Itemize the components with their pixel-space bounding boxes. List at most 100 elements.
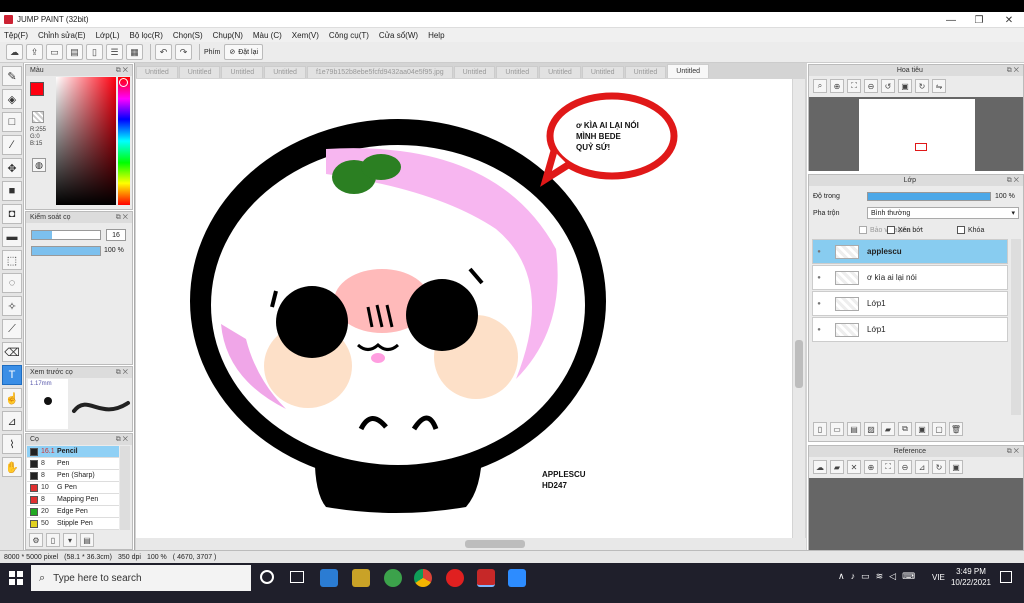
fit-window-icon[interactable]: ⛶ xyxy=(847,79,861,93)
fit-icon[interactable]: ⛶ xyxy=(881,460,895,474)
menu-file[interactable]: Tệp(F) xyxy=(4,31,28,40)
clip-checkbox[interactable] xyxy=(887,226,895,234)
menu-capture[interactable]: Chụp(N) xyxy=(213,31,243,40)
zoom-in-icon[interactable]: ⊕ xyxy=(864,460,878,474)
primary-color-swatch[interactable] xyxy=(30,82,44,96)
store-icon[interactable] xyxy=(352,569,370,587)
eyedropper-tool-icon[interactable]: ⊿ xyxy=(2,411,22,431)
new-layer-icon[interactable]: ▯ xyxy=(813,422,827,436)
mail-icon[interactable] xyxy=(320,569,338,587)
brush-settings-icon[interactable]: ⚙ xyxy=(29,533,43,547)
microphone-icon[interactable]: ♪ xyxy=(851,571,856,582)
panel-close-icon[interactable]: ⧉ ✕ xyxy=(116,369,128,377)
new-folder-icon[interactable]: ▰ xyxy=(881,422,895,436)
panel-close-icon[interactable]: ⧉ ✕ xyxy=(1007,448,1019,456)
battery-icon[interactable]: ▭ xyxy=(861,571,870,582)
visibility-eye-icon[interactable]: ● xyxy=(813,301,825,307)
magic-wand-tool-icon[interactable]: ✧ xyxy=(2,296,22,316)
visibility-eye-icon[interactable]: ● xyxy=(813,327,825,333)
panel-close-icon[interactable]: ⧉ ✕ xyxy=(1007,67,1019,75)
zoom-in-icon[interactable]: ⊕ xyxy=(830,79,844,93)
flip-icon[interactable]: ⇋ xyxy=(932,79,946,93)
vertical-scroll-thumb[interactable] xyxy=(795,340,803,388)
text-tool-icon[interactable]: T xyxy=(2,365,22,385)
delete-layer-icon[interactable]: 🗑 xyxy=(949,422,963,436)
brush-opacity-slider[interactable] xyxy=(31,246,101,256)
panel-close-icon[interactable]: ⧉ ✕ xyxy=(116,214,128,222)
zoom-out-icon[interactable]: ⊖ xyxy=(898,460,912,474)
lock-option[interactable]: Khóa xyxy=(957,226,984,234)
fill-rect-tool-icon[interactable]: ■ xyxy=(2,181,22,201)
clear-layer-icon[interactable]: ▢ xyxy=(932,422,946,436)
navigator-viewport[interactable] xyxy=(809,97,1023,171)
horizontal-scroll-thumb[interactable] xyxy=(465,540,525,548)
rotate-icon[interactable]: ↻ xyxy=(932,460,946,474)
undo-icon[interactable]: ↶ xyxy=(155,44,172,60)
lasso-tool-icon[interactable]: ◌ xyxy=(2,273,22,293)
maximize-button[interactable]: ❐ xyxy=(964,12,994,28)
delete-brush-icon[interactable]: ▤ xyxy=(80,533,94,547)
document-tab[interactable]: f1e79b152b8ebe5fcfd9432aa04e5f95.jpg xyxy=(306,66,453,78)
transparent-color-swatch[interactable] xyxy=(32,111,44,123)
layer-row[interactable]: ● Lớp1 xyxy=(812,317,1008,342)
new-brush-icon[interactable]: ▯ xyxy=(46,533,60,547)
cloud-icon[interactable]: ☁ xyxy=(6,44,23,60)
layer-opacity-slider[interactable] xyxy=(867,192,991,201)
brush-menu-icon[interactable]: ▾ xyxy=(63,533,77,547)
move-tool-icon[interactable]: ✥ xyxy=(2,158,22,178)
reset-button[interactable]: ⊘ Đặt lại xyxy=(224,44,264,60)
app-green-icon[interactable] xyxy=(384,569,402,587)
brush-item-pen-sharp[interactable]: 8 Pen (Sharp) xyxy=(27,470,119,482)
clock[interactable]: 3:49 PM 10/22/2021 xyxy=(950,566,992,588)
brush-tool-icon[interactable]: ⌇ xyxy=(2,434,22,454)
document-tab[interactable]: Untitled xyxy=(624,66,667,78)
layer-row[interactable]: ● Lớp1 xyxy=(812,291,1008,316)
layer-row[interactable]: ● ơ kìa ai lại nói xyxy=(812,265,1008,290)
chrome-icon[interactable] xyxy=(414,569,432,587)
document-tab[interactable]: Untitled xyxy=(496,66,539,78)
rotate-left-icon[interactable]: ↺ xyxy=(881,79,895,93)
taskbar-search-box[interactable]: ⌕ Type here to search xyxy=(31,565,251,591)
menu-edit[interactable]: Chỉnh sửa(E) xyxy=(38,31,86,40)
document-tab[interactable]: Untitled xyxy=(136,66,178,78)
task-view-icon[interactable] xyxy=(290,571,304,583)
brush-size-slider[interactable] xyxy=(31,230,101,240)
document-tab-active[interactable]: Untitled xyxy=(667,64,710,78)
new-tone-layer-icon[interactable]: ▨ xyxy=(864,422,878,436)
new-color-layer-icon[interactable]: ▭ xyxy=(830,422,844,436)
actual-size-icon[interactable]: ▣ xyxy=(949,460,963,474)
canvas-vertical-scrollbar[interactable] xyxy=(793,79,805,538)
grid-icon[interactable]: ▦ xyxy=(126,44,143,60)
navigator-view-box[interactable] xyxy=(915,143,927,151)
protect-alpha-checkbox[interactable] xyxy=(859,226,867,234)
brush-item-edge-pen[interactable]: 20 Edge Pen xyxy=(27,506,119,518)
color-picker-icon[interactable]: ◍ xyxy=(32,158,46,172)
menu-filter[interactable]: Bộ lọc(R) xyxy=(130,31,163,40)
hue-handle[interactable] xyxy=(119,78,128,87)
pen-tool-icon[interactable]: ✎ xyxy=(2,66,22,86)
bucket-tool-icon[interactable]: ◘ xyxy=(2,204,22,224)
menu-color[interactable]: Màu (C) xyxy=(253,31,282,40)
brush-item-stipple-pen[interactable]: 50 Stipple Pen xyxy=(27,518,119,530)
lock-checkbox[interactable] xyxy=(957,226,965,234)
eyedropper-icon[interactable]: ⊿ xyxy=(915,460,929,474)
panel-close-icon[interactable]: ⧉ ✕ xyxy=(116,436,128,444)
hand-select-tool-icon[interactable]: ☝ xyxy=(2,388,22,408)
jump-paint-taskbar-icon[interactable] xyxy=(477,569,495,587)
zoom-fit-icon[interactable]: ⌕ xyxy=(813,79,827,93)
brush-item-pen[interactable]: 8 Pen xyxy=(27,458,119,470)
chat-icon[interactable]: ▭ xyxy=(46,44,63,60)
brush-size-input[interactable]: 16 xyxy=(106,229,126,241)
brush-item-pencil[interactable]: 16.1 Pencil xyxy=(27,446,119,458)
select-rect-tool-icon[interactable]: ⬚ xyxy=(2,250,22,270)
panel-close-icon[interactable]: ⧉ ✕ xyxy=(1007,177,1019,185)
reference-view[interactable] xyxy=(809,478,1023,550)
menu-layer[interactable]: Lớp(L) xyxy=(96,31,120,40)
layer-row[interactable]: ● applescu xyxy=(812,239,1008,264)
brush-item-mapping-pen[interactable]: 8 Mapping Pen xyxy=(27,494,119,506)
duplicate-layer-icon[interactable]: ⧉ xyxy=(898,422,912,436)
eraser-tool-icon[interactable]: ◈ xyxy=(2,89,22,109)
chevron-up-icon[interactable]: ∧ xyxy=(838,571,845,582)
visibility-eye-icon[interactable]: ● xyxy=(813,275,825,281)
panel-close-icon[interactable]: ⧉ ✕ xyxy=(116,67,128,75)
